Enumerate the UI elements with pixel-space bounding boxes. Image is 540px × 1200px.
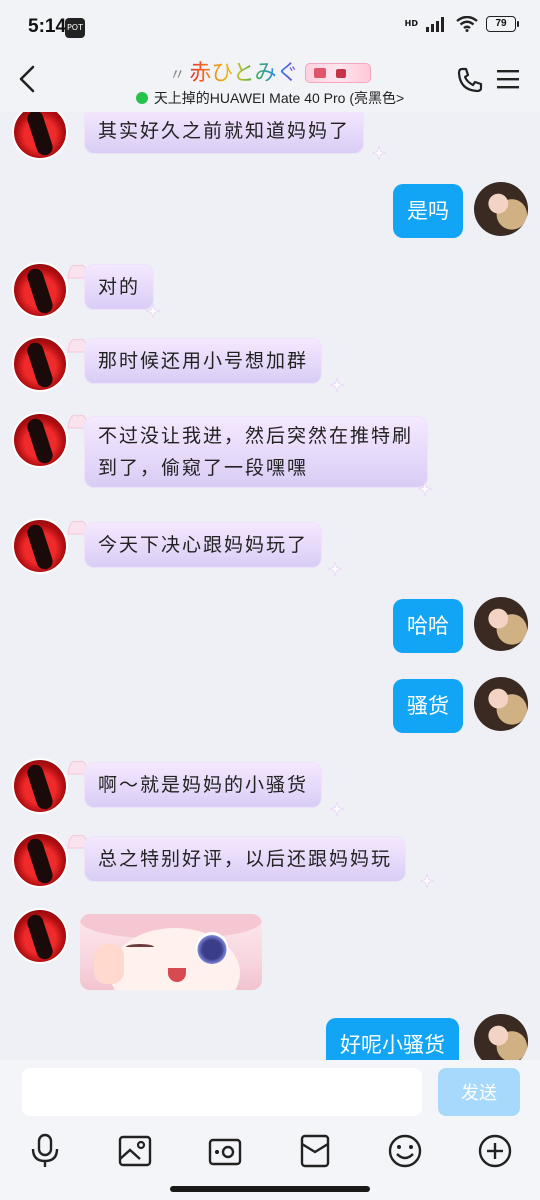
wifi-icon [456,16,478,32]
message-bubble-right[interactable]: 好呢小骚货 [326,1018,459,1060]
message-bubble-right[interactable]: 哈哈 [393,599,463,653]
sticker-wink-eye [126,944,154,950]
my-avatar[interactable] [474,597,528,651]
sparkle-icon [418,482,432,496]
send-button[interactable]: 发送 [438,1068,520,1116]
sparkle-icon [330,802,344,816]
my-avatar[interactable] [474,677,528,731]
sticker-eye [196,932,228,964]
image-icon[interactable] [116,1132,154,1170]
home-indicator[interactable] [170,1186,370,1192]
contact-avatar[interactable] [12,336,68,392]
network-type-label: HD [404,19,418,28]
my-avatar[interactable] [474,1014,528,1060]
sparkle-icon [330,378,344,392]
contact-avatar[interactable] [12,262,68,318]
input-area: 发送 [0,1060,540,1200]
my-avatar[interactable] [474,182,528,236]
message-bubble-right[interactable]: 是吗 [393,184,463,238]
device-status-text: 天上掉的HUAWEI Mate 40 Pro (亮黑色> [153,90,405,106]
name-decoration-icon [304,63,371,83]
message-bubble-left[interactable]: 今天下决心跟妈妈玩了 [84,522,323,568]
battery-level: 79 [486,16,519,32]
chat-header: 〃赤ひとみぐ 天上掉的HUAWEI Mate 40 Pro (亮黑色> [0,58,540,112]
sticker-thumbs-up [94,944,124,984]
status-icons: HD 79 [404,16,519,32]
phone-call-icon[interactable] [456,66,484,94]
message-input[interactable] [22,1068,422,1116]
menu-icon[interactable] [496,68,520,90]
sparkle-icon [328,562,342,576]
notification-badge-icon: POT [65,18,85,38]
message-list[interactable]: 其实好久之前就知道妈妈了 是吗 对的 那时候还用小号想加群 不过没让我进，然后突… [0,112,540,1060]
camera-icon[interactable] [206,1132,244,1170]
contact-avatar[interactable] [12,908,68,964]
red-packet-icon[interactable] [296,1132,334,1170]
signal-icon [426,17,444,32]
sparkle-icon [372,146,386,160]
message-bubble-left[interactable]: 对的 [84,264,155,310]
message-bubble-left[interactable]: 其实好久之前就知道妈妈了 [84,112,365,154]
status-time: 5:14 [28,16,67,37]
contact-avatar[interactable] [12,758,68,814]
message-bubble-left[interactable]: 总之特别好评，以后还跟妈妈玩 [84,836,407,882]
message-bubble-right[interactable]: 骚货 [393,679,463,733]
message-bubble-left[interactable]: 那时候还用小号想加群 [84,338,323,384]
contact-avatar[interactable] [12,518,68,574]
contact-name: 赤ひとみぐ [189,61,299,86]
contact-avatar[interactable] [12,832,68,888]
online-status-icon [135,92,148,104]
message-bubble-left[interactable]: 啊～就是妈妈的小骚货 [84,762,323,808]
contact-avatar[interactable] [12,412,68,468]
microphone-icon[interactable] [26,1132,64,1170]
sparkle-icon [146,304,160,318]
title-prefix: 〃 [169,65,186,84]
message-bubble-left[interactable]: 不过没让我进，然后突然在推特刷到了，偷窥了一段嘿嘿 [84,416,428,488]
contact-avatar[interactable] [12,112,68,160]
emoji-icon[interactable] [386,1132,424,1170]
sparkle-icon [420,874,434,888]
plus-icon[interactable] [476,1132,514,1170]
status-bar: 5:14 POT HD 79 [0,0,540,58]
sticker-image[interactable] [80,914,262,990]
